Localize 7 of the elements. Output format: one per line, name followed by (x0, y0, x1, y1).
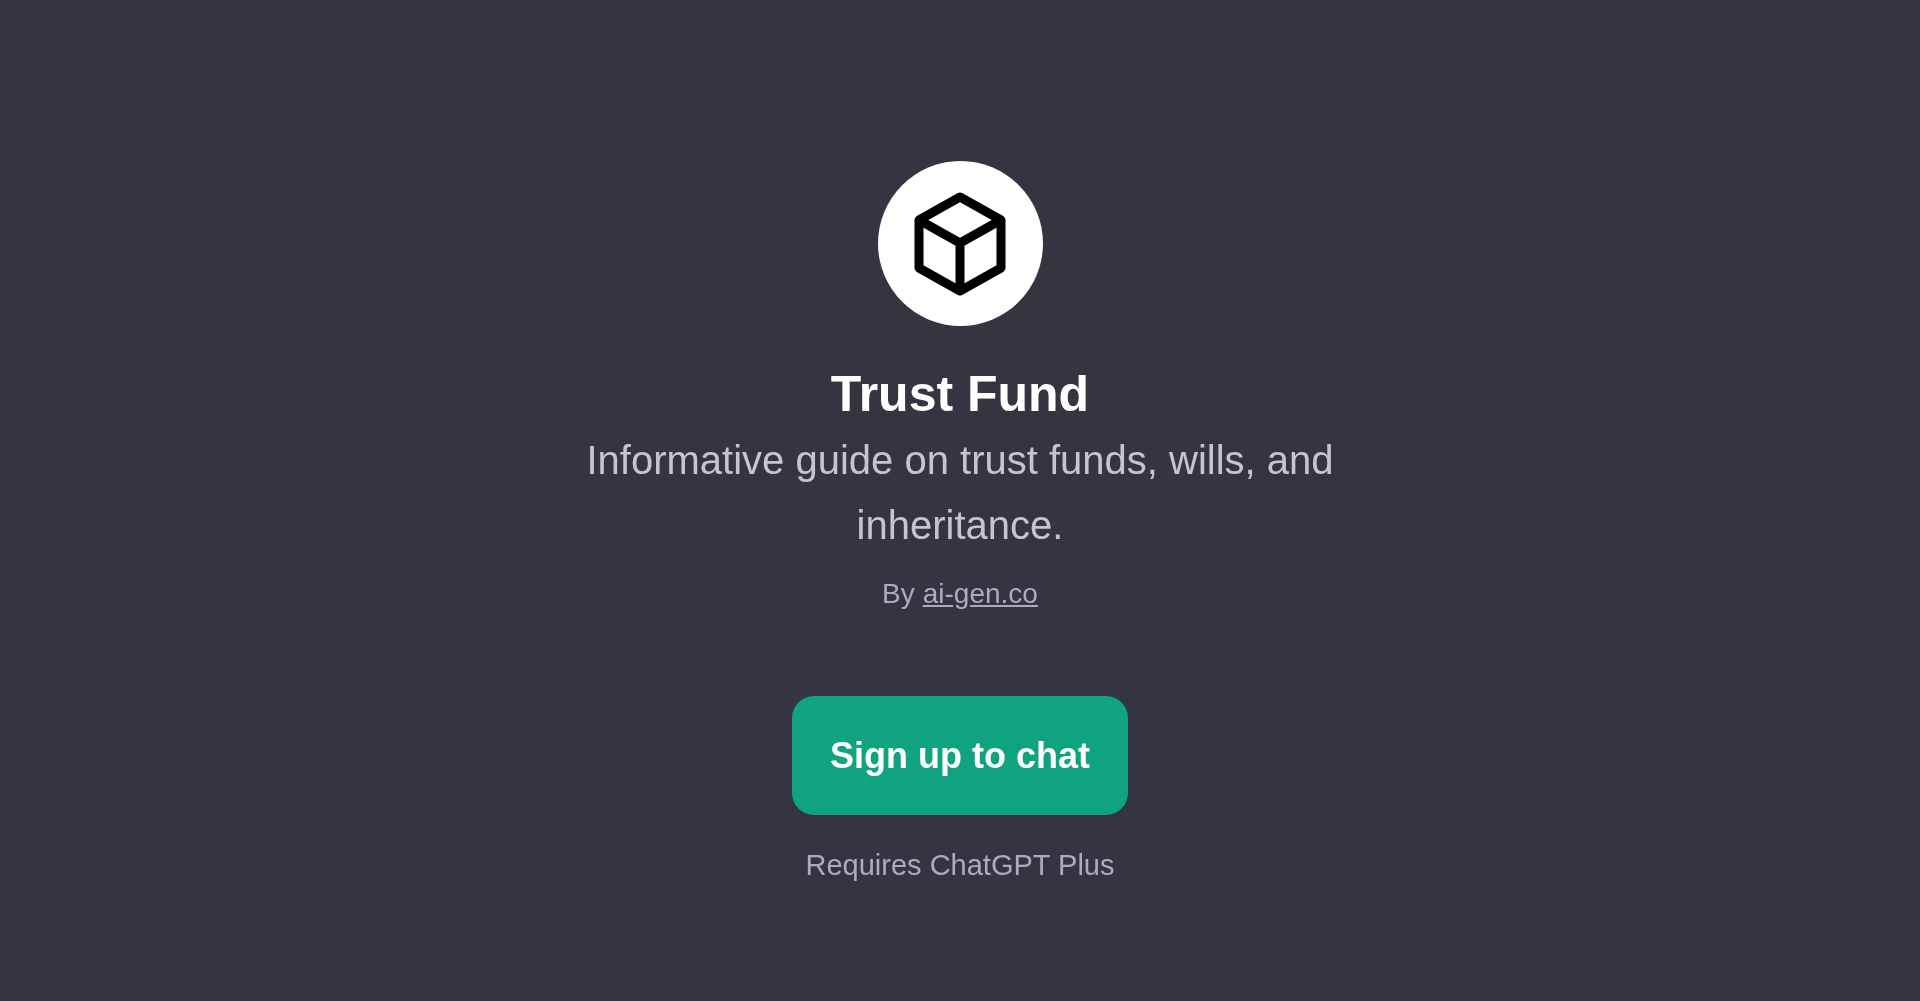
author-link[interactable]: ai-gen.co (922, 574, 1038, 614)
author-prefix: By (882, 577, 915, 611)
gpt-description: Informative guide on trust funds, wills, and inheritance. (585, 437, 1335, 549)
cube-icon (913, 191, 1007, 296)
signup-button[interactable]: Sign up to chat (792, 696, 1128, 815)
gpt-title: Trust Fund (830, 365, 1090, 424)
requirement-note: Requires ChatGPT Plus (805, 849, 1115, 882)
